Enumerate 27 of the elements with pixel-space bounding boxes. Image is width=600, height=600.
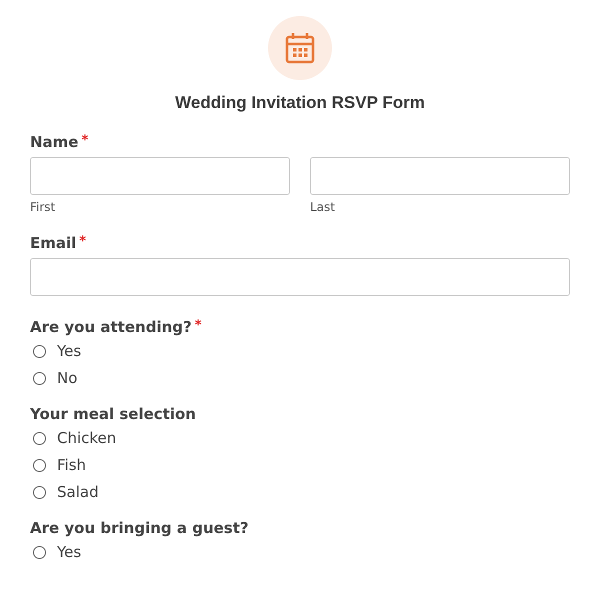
option-label: No	[57, 369, 78, 387]
question-label: Your meal selection	[30, 405, 196, 423]
sublabel: First	[30, 200, 56, 214]
required-mark: *	[81, 133, 88, 148]
option-label: Yes	[57, 543, 82, 561]
required-mark: *	[194, 318, 202, 333]
question-label: Are you bringing a guest?	[30, 519, 249, 537]
radio-button[interactable]	[33, 458, 46, 472]
question-label: Are you attending?	[30, 318, 192, 336]
input-field[interactable]	[30, 258, 570, 296]
option-label: Fish	[57, 456, 86, 474]
required-mark: *	[79, 234, 86, 249]
option-label: Yes	[57, 342, 82, 360]
input-field[interactable]	[30, 157, 290, 195]
radio-button[interactable]	[33, 432, 46, 444]
radio-button[interactable]	[33, 486, 46, 498]
option-label: Salad	[57, 483, 99, 501]
calendar-icon	[285, 32, 315, 64]
field-label: Name	[30, 133, 78, 151]
option-label: Chicken	[57, 429, 116, 447]
radio-button[interactable]	[33, 546, 46, 558]
field-label: Email	[30, 234, 76, 252]
form-title: Wedding Invitation RSVP Form	[175, 93, 425, 113]
radio-button[interactable]	[33, 344, 46, 358]
input-field[interactable]	[310, 157, 570, 195]
radio-button[interactable]	[33, 372, 46, 384]
sublabel: Last	[310, 200, 335, 214]
